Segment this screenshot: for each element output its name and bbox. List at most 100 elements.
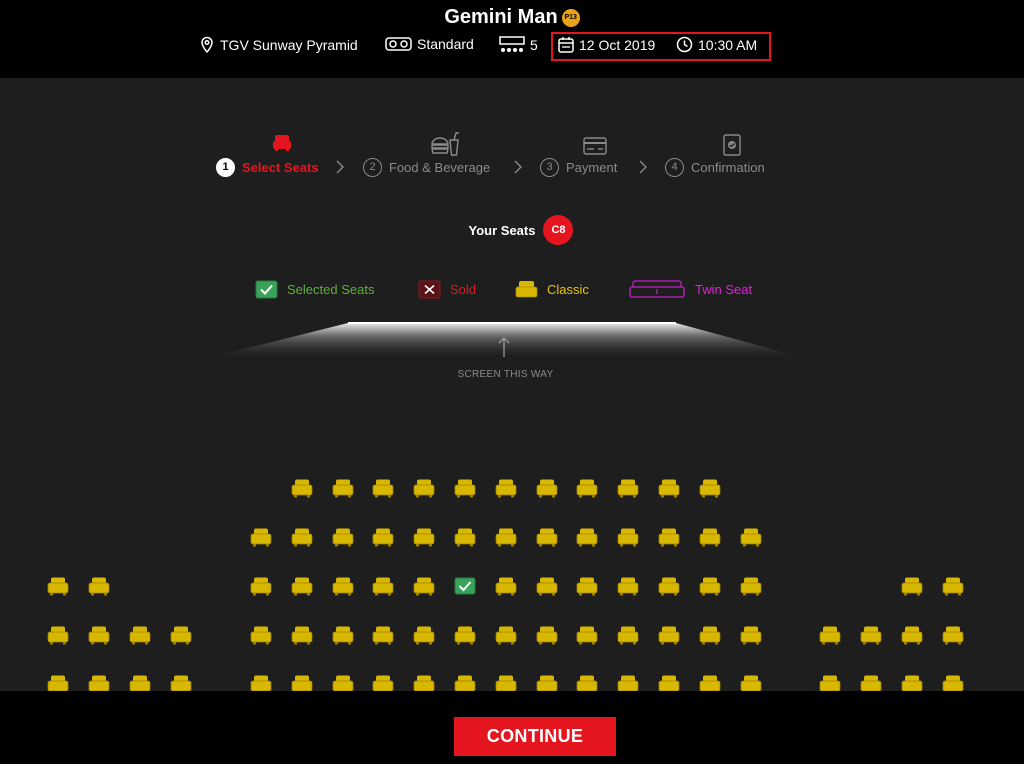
legend-classic: Classic bbox=[515, 280, 589, 299]
continue-button[interactable]: CONTINUE bbox=[454, 717, 616, 756]
seat-C5[interactable] bbox=[332, 577, 354, 596]
rating-badge: P13 bbox=[561, 8, 580, 27]
seat-C2[interactable] bbox=[88, 577, 110, 596]
step-label: Payment bbox=[566, 160, 618, 175]
seat-B9[interactable] bbox=[576, 528, 598, 547]
seat-C3[interactable] bbox=[250, 577, 272, 596]
seat-D10[interactable] bbox=[454, 626, 476, 645]
seat-B7[interactable] bbox=[495, 528, 517, 547]
seat-D13[interactable] bbox=[576, 626, 598, 645]
classic-seat-icon bbox=[515, 281, 538, 298]
seat-C12[interactable] bbox=[617, 577, 639, 596]
seat-A5[interactable] bbox=[454, 479, 476, 498]
step-payment[interactable]: 3 Payment bbox=[540, 158, 617, 177]
seat-B2[interactable] bbox=[291, 528, 313, 547]
seat-C16[interactable] bbox=[901, 577, 923, 596]
seat-D16[interactable] bbox=[699, 626, 721, 645]
hall-number-info: 5 bbox=[499, 36, 538, 54]
seat-A7[interactable] bbox=[536, 479, 558, 498]
seat-D6[interactable] bbox=[291, 626, 313, 645]
screen-caption: SCREEN THIS WAY bbox=[457, 369, 554, 380]
seat-C1[interactable] bbox=[47, 577, 69, 596]
seat-D21[interactable] bbox=[942, 626, 964, 645]
seat-C10[interactable] bbox=[536, 577, 558, 596]
3d-glasses-icon bbox=[385, 37, 412, 51]
seat-B12[interactable] bbox=[699, 528, 721, 547]
seat-B3[interactable] bbox=[332, 528, 354, 547]
date-time-highlight bbox=[551, 32, 771, 61]
seat-C6[interactable] bbox=[372, 577, 394, 596]
seat-A2[interactable] bbox=[332, 479, 354, 498]
arrow-up-icon bbox=[498, 337, 510, 357]
seat-A10[interactable] bbox=[658, 479, 680, 498]
selected-seat-chip[interactable]: C8 bbox=[543, 215, 574, 245]
chevron-right-icon bbox=[336, 160, 344, 174]
seat-D3[interactable] bbox=[129, 626, 151, 645]
step-confirmation[interactable]: 4 Confirmation bbox=[665, 158, 765, 177]
seat-C8[interactable] bbox=[454, 577, 476, 596]
sold-seat-icon bbox=[418, 280, 441, 299]
cinema-info: TGV Sunway Pyramid bbox=[199, 36, 358, 54]
credit-card-icon bbox=[583, 137, 607, 155]
legend-sold: Sold bbox=[418, 280, 476, 299]
seat-C13[interactable] bbox=[658, 577, 680, 596]
legend-label: Classic bbox=[547, 282, 589, 297]
seat-D1[interactable] bbox=[47, 626, 69, 645]
seat-C9[interactable] bbox=[495, 577, 517, 596]
seat-D2[interactable] bbox=[88, 626, 110, 645]
step-select-seats[interactable]: 1 Select Seats bbox=[216, 158, 319, 177]
seat-C15[interactable] bbox=[740, 577, 762, 596]
seat-A9[interactable] bbox=[617, 479, 639, 498]
seat-D15[interactable] bbox=[658, 626, 680, 645]
step-label: Select Seats bbox=[242, 160, 319, 175]
location-pin-icon bbox=[201, 36, 213, 54]
seat-B11[interactable] bbox=[658, 528, 680, 547]
seat-B4[interactable] bbox=[372, 528, 394, 547]
seat-C14[interactable] bbox=[699, 577, 721, 596]
legend-selected: Selected Seats bbox=[255, 280, 374, 299]
showtime-info: TGV Sunway Pyramid Standard 5 12 Oct 201… bbox=[0, 34, 1024, 60]
seat-D19[interactable] bbox=[860, 626, 882, 645]
seat-B1[interactable] bbox=[250, 528, 272, 547]
seat-A11[interactable] bbox=[699, 479, 721, 498]
seat-A1[interactable] bbox=[291, 479, 313, 498]
title-row: Gemini Man P13 bbox=[0, 6, 1024, 29]
seat-C7[interactable] bbox=[413, 577, 435, 596]
food-beverage-icon bbox=[431, 132, 459, 156]
seat-A8[interactable] bbox=[576, 479, 598, 498]
seat-B10[interactable] bbox=[617, 528, 639, 547]
seat-D18[interactable] bbox=[819, 626, 841, 645]
seat-D7[interactable] bbox=[332, 626, 354, 645]
legend-label: Sold bbox=[450, 282, 477, 297]
legend-twin: Twin Seat bbox=[629, 280, 752, 299]
seat-A6[interactable] bbox=[495, 479, 517, 498]
seat-C17[interactable] bbox=[942, 577, 964, 596]
step-number: 1 bbox=[216, 158, 235, 177]
seat-B13[interactable] bbox=[740, 528, 762, 547]
seat-D17[interactable] bbox=[740, 626, 762, 645]
seat-D20[interactable] bbox=[901, 626, 923, 645]
seat-D14[interactable] bbox=[617, 626, 639, 645]
theatre-hall-icon bbox=[499, 36, 525, 52]
seat-D8[interactable] bbox=[372, 626, 394, 645]
seat-A3[interactable] bbox=[372, 479, 394, 498]
seat-D11[interactable] bbox=[495, 626, 517, 645]
top-header: Gemini Man P13 TGV Sunway Pyramid Standar… bbox=[0, 0, 1024, 78]
legend-label: Twin Seat bbox=[695, 282, 753, 297]
step-label: Confirmation bbox=[691, 160, 765, 175]
seat-D12[interactable] bbox=[536, 626, 558, 645]
seat-A4[interactable] bbox=[413, 479, 435, 498]
seat-D4[interactable] bbox=[170, 626, 192, 645]
seat-B5[interactable] bbox=[413, 528, 435, 547]
hall-number: 5 bbox=[530, 37, 538, 53]
seat-B6[interactable] bbox=[454, 528, 476, 547]
movie-title: Gemini Man bbox=[444, 6, 558, 28]
legend-label: Selected Seats bbox=[287, 282, 375, 297]
step-food-beverage[interactable]: 2 Food & Beverage bbox=[363, 158, 490, 177]
seat-D9[interactable] bbox=[413, 626, 435, 645]
seat-B8[interactable] bbox=[536, 528, 558, 547]
seat-C4[interactable] bbox=[291, 577, 313, 596]
seat-C11[interactable] bbox=[576, 577, 598, 596]
seat-D5[interactable] bbox=[250, 626, 272, 645]
step-number: 2 bbox=[363, 158, 382, 177]
